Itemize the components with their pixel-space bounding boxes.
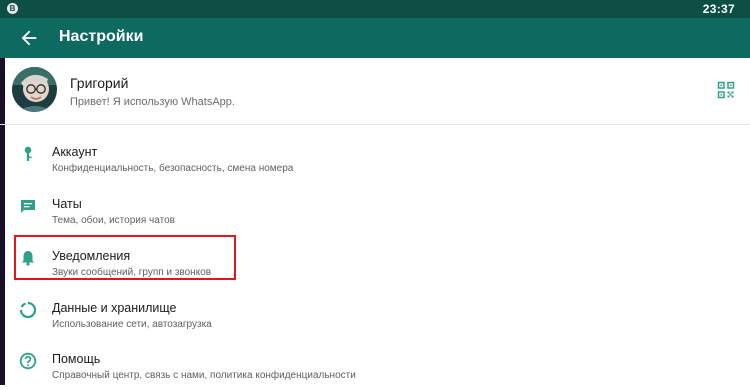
menu-title-chats: Чаты <box>52 197 82 211</box>
profile-name: Григорий <box>70 75 129 91</box>
status-time: 23:37 <box>702 2 735 16</box>
menu-item-notifications[interactable]: Уведомления Звуки сообщений, групп и зво… <box>0 235 750 287</box>
menu-item-data-storage[interactable]: Данные и хранилище Использование сети, а… <box>0 287 750 339</box>
menu-title-data-storage: Данные и хранилище <box>52 301 177 315</box>
bell-icon <box>22 251 34 266</box>
page-title: Настройки <box>59 28 144 45</box>
profile-status: Привет! Я использую WhatsApp. <box>70 96 235 108</box>
qr-code-icon[interactable] <box>717 81 735 99</box>
help-icon <box>19 352 37 370</box>
app-bar: Настройки <box>0 18 750 58</box>
status-bar: B 23:37 <box>0 0 750 18</box>
menu-item-account[interactable]: Аккаунт Конфиденциальность, безопасность… <box>0 131 750 183</box>
data-usage-icon <box>19 301 37 319</box>
menu-item-help[interactable]: Помощь Справочный центр, связь с нами, п… <box>0 338 750 390</box>
menu-title-help: Помощь <box>52 352 101 366</box>
menu-item-chats[interactable]: Чаты Тема, обои, история чатов <box>0 183 750 235</box>
menu-subtitle-help: Справочный центр, связь с нами, политика… <box>52 370 356 381</box>
menu-subtitle-chats: Тема, обои, история чатов <box>52 215 175 226</box>
profile-row[interactable]: Григорий Привет! Я использую WhatsApp. <box>0 58 750 125</box>
menu-title-account: Аккаунт <box>52 145 98 159</box>
menu-title-notifications: Уведомления <box>52 249 131 263</box>
back-arrow-icon[interactable] <box>18 27 40 49</box>
menu-subtitle-data-storage: Использование сети, автозагрузка <box>52 319 212 330</box>
chat-icon <box>21 200 35 213</box>
menu-subtitle-notifications: Звуки сообщений, групп и звонков <box>52 267 212 278</box>
menu-subtitle-account: Конфиденциальность, безопасность, смена … <box>52 163 294 174</box>
avatar[interactable] <box>12 67 57 112</box>
app-badge-icon: B <box>7 3 18 14</box>
key-icon <box>24 146 32 161</box>
